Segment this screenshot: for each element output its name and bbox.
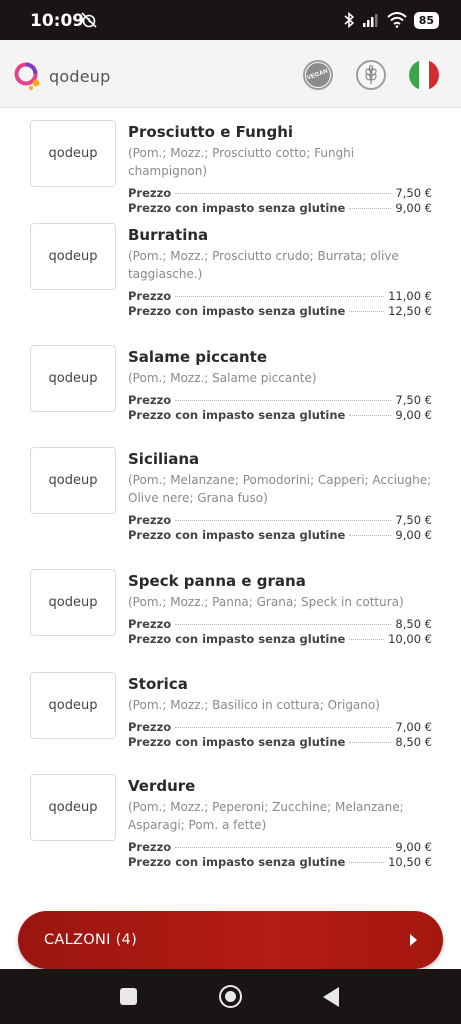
- gluten-free-price-value: 12,50 €: [388, 304, 432, 318]
- wheat-icon: [365, 65, 377, 84]
- gluten-free-icon[interactable]: [356, 60, 386, 90]
- product-description: (Pom.; Melanzane; Pomodorini; Capperi; A…: [128, 473, 432, 505]
- thumbnail-logo-text: qodeup: [48, 146, 98, 161]
- price-row: Prezzo 7,50 €: [128, 186, 432, 201]
- price-label: Prezzo: [128, 289, 172, 303]
- product-name: Prosciutto e Funghi: [128, 123, 294, 141]
- product-name: Siciliana: [128, 450, 200, 468]
- app-logo-text: qodeup: [49, 66, 111, 86]
- gluten-free-price-row: Prezzo con impasto senza glutine 9,00 €: [128, 528, 432, 543]
- product-thumbnail: qodeup: [30, 447, 116, 514]
- price-value: 7,50 €: [395, 513, 432, 527]
- product-name: Burratina: [128, 226, 209, 244]
- price-row: Prezzo 7,50 €: [128, 393, 432, 408]
- thumbnail-logo-text: qodeup: [48, 698, 98, 713]
- vegan-icon[interactable]: VEGAN: [303, 60, 333, 90]
- gluten-free-price-value: 9,00 €: [395, 201, 432, 215]
- status-icons: 85: [343, 10, 439, 30]
- product-name: Verdure: [128, 777, 196, 795]
- gluten-free-price-value: 8,50 €: [395, 735, 432, 749]
- price-label: Prezzo: [128, 617, 172, 631]
- price-value: 9,00 €: [395, 840, 432, 854]
- calzoni-category-button[interactable]: CALZONI (4): [18, 911, 443, 969]
- gluten-free-price-row: Prezzo con impasto senza glutine 12,50 €: [128, 304, 432, 319]
- product-thumbnail: qodeup: [30, 672, 116, 739]
- thumbnail-logo-text: qodeup: [48, 371, 98, 386]
- product-thumbnail: qodeup: [30, 569, 116, 636]
- price-label: Prezzo: [128, 186, 172, 200]
- alarm-off-icon: [81, 12, 97, 28]
- price-value: 7,50 €: [395, 186, 432, 200]
- battery-indicator: 85: [413, 11, 439, 29]
- product-description: (Pom.; Mozz.; Peperoni; Zucchine; Melanz…: [128, 800, 404, 832]
- signal-icon: [362, 14, 378, 27]
- product-description: (Pom.; Mozz.; Prosciutto crudo; Burrata;…: [128, 249, 399, 281]
- price-row: Prezzo 7,50 €: [128, 513, 432, 528]
- qodeup-logo-icon: [14, 62, 40, 90]
- product-description: (Pom.; Mozz.; Prosciutto cotto; Funghi c…: [128, 146, 355, 178]
- product-thumbnail: qodeup: [30, 774, 116, 841]
- app-logo[interactable]: qodeup: [13, 61, 110, 91]
- app-header: qodeup VEGAN: [0, 40, 461, 108]
- price-value: 7,00 €: [395, 720, 432, 734]
- category-label: CALZONI (4): [44, 932, 138, 948]
- vegan-badge-text: VEGAN: [306, 68, 330, 82]
- price-value: 8,50 €: [395, 617, 432, 631]
- product-name: Speck panna e grana: [128, 572, 306, 590]
- system-nav-bar: [0, 969, 461, 1024]
- product-thumbnail: qodeup: [30, 120, 116, 187]
- product-description: (Pom.; Mozz.; Panna; Grana; Speck in cot…: [128, 595, 404, 609]
- italian-flag-icon[interactable]: [409, 60, 439, 90]
- gluten-free-price-value: 9,00 €: [395, 528, 432, 542]
- gluten-free-price-label: Prezzo con impasto senza glutine: [128, 304, 346, 318]
- product-name: Storica: [128, 675, 188, 693]
- product-description: (Pom.; Mozz.; Basilico in cottura; Origa…: [128, 698, 380, 712]
- gluten-free-price-row: Prezzo con impasto senza glutine 8,50 €: [128, 735, 432, 750]
- thumbnail-logo-text: qodeup: [48, 800, 98, 815]
- gluten-free-price-label: Prezzo con impasto senza glutine: [128, 735, 346, 749]
- chevron-right-icon: [410, 934, 417, 946]
- price-label: Prezzo: [128, 840, 172, 854]
- gluten-free-price-label: Prezzo con impasto senza glutine: [128, 528, 346, 542]
- home-icon[interactable]: [219, 985, 242, 1008]
- price-row: Prezzo 11,00 €: [128, 289, 432, 304]
- price-value: 7,50 €: [395, 393, 432, 407]
- price-label: Prezzo: [128, 720, 172, 734]
- wifi-icon: [387, 12, 407, 28]
- back-icon[interactable]: [323, 987, 339, 1007]
- gluten-free-price-value: 9,00 €: [395, 408, 432, 422]
- price-row: Prezzo 8,50 €: [128, 617, 432, 632]
- price-row: Prezzo 7,00 €: [128, 720, 432, 735]
- bluetooth-icon: [344, 11, 354, 29]
- price-value: 11,00 €: [388, 289, 432, 303]
- header-filters: VEGAN: [303, 60, 439, 90]
- gluten-free-price-row: Prezzo con impasto senza glutine 10,50 €: [128, 855, 432, 870]
- thumbnail-logo-text: qodeup: [48, 473, 98, 488]
- gluten-free-price-row: Prezzo con impasto senza glutine 9,00 €: [128, 201, 432, 216]
- price-label: Prezzo: [128, 513, 172, 527]
- gluten-free-price-value: 10,50 €: [388, 855, 432, 869]
- product-description: (Pom.; Mozz.; Salame piccante): [128, 371, 317, 385]
- product-thumbnail: qodeup: [30, 223, 116, 290]
- gluten-free-price-label: Prezzo con impasto senza glutine: [128, 855, 346, 869]
- gluten-free-price-label: Prezzo con impasto senza glutine: [128, 201, 346, 215]
- gluten-free-price-value: 10,00 €: [388, 632, 432, 646]
- thumbnail-logo-text: qodeup: [48, 595, 98, 610]
- recent-apps-icon[interactable]: [120, 988, 137, 1005]
- price-label: Prezzo: [128, 393, 172, 407]
- gluten-free-price-label: Prezzo con impasto senza glutine: [128, 408, 346, 422]
- price-row: Prezzo 9,00 €: [128, 840, 432, 855]
- product-thumbnail: qodeup: [30, 345, 116, 412]
- thumbnail-logo-text: qodeup: [48, 249, 98, 264]
- gluten-free-price-row: Prezzo con impasto senza glutine 10,00 €: [128, 632, 432, 647]
- status-bar: 10:09 85: [0, 0, 461, 40]
- product-name: Salame piccante: [128, 348, 268, 366]
- gluten-free-price-label: Prezzo con impasto senza glutine: [128, 632, 346, 646]
- status-time: 10:09: [30, 11, 85, 31]
- gluten-free-price-row: Prezzo con impasto senza glutine 9,00 €: [128, 408, 432, 423]
